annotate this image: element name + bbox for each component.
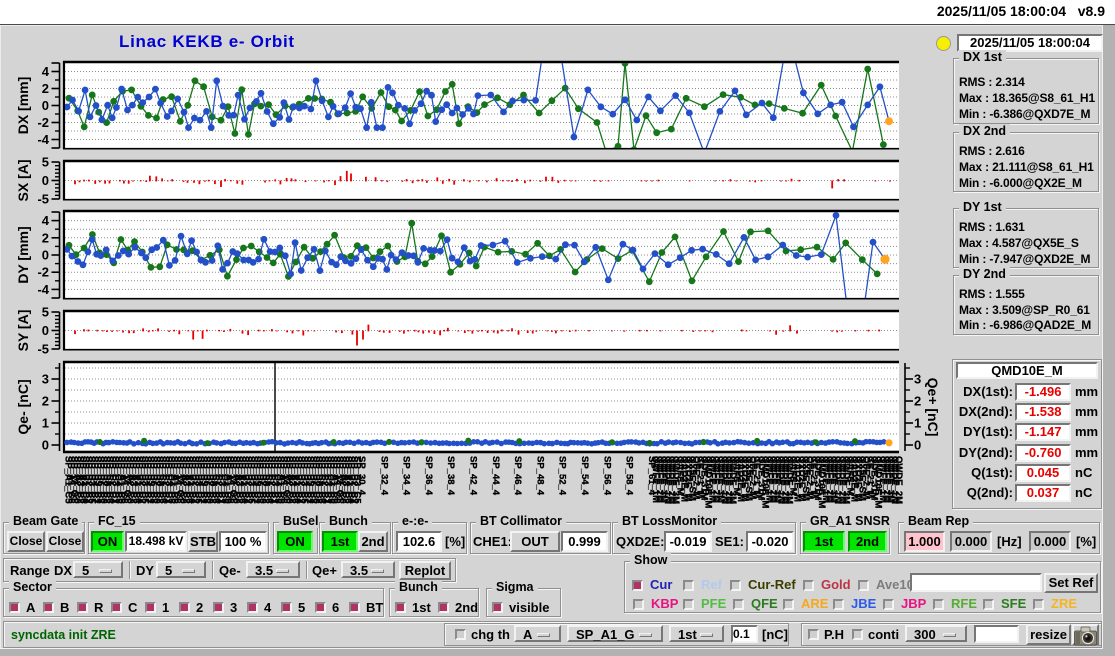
svg-text:4: 4 xyxy=(42,64,50,79)
svg-text:SP_38_4: SP_38_4 xyxy=(445,456,456,496)
svg-text:SP_42_4: SP_42_4 xyxy=(468,456,479,496)
svg-text:-5: -5 xyxy=(37,192,49,207)
svg-text:2: 2 xyxy=(42,230,49,245)
svg-text:5: 5 xyxy=(42,305,49,320)
svg-text:SP_36_4: SP_36_4 xyxy=(423,456,434,496)
svg-text:-5: -5 xyxy=(37,342,49,357)
svg-text:-4: -4 xyxy=(37,132,49,147)
svg-text:SX [A]: SX [A] xyxy=(15,160,31,202)
svg-text:2: 2 xyxy=(42,81,49,96)
svg-text:1: 1 xyxy=(42,416,49,431)
svg-text:QWDE_2M: QWDE_2M xyxy=(893,456,904,504)
svg-text:-2: -2 xyxy=(37,115,49,130)
svg-text:Qe+ [nC]: Qe+ [nC] xyxy=(925,378,941,437)
svg-text:SP_30_4: SP_30_4 xyxy=(356,456,367,496)
svg-text:SP_56_4: SP_56_4 xyxy=(601,456,612,496)
svg-text:SP_44_4: SP_44_4 xyxy=(490,456,501,496)
svg-text:SP_34_4: SP_34_4 xyxy=(401,456,412,496)
svg-text:0: 0 xyxy=(42,173,49,188)
svg-text:2: 2 xyxy=(42,394,49,409)
svg-text:0: 0 xyxy=(42,98,49,113)
svg-text:SP_52_4: SP_52_4 xyxy=(557,456,568,496)
svg-text:SP_32_4: SP_32_4 xyxy=(378,456,389,496)
svg-text:DY [mm]: DY [mm] xyxy=(15,226,31,283)
svg-text:3: 3 xyxy=(42,372,49,387)
svg-text:SY [A]: SY [A] xyxy=(15,310,31,352)
svg-text:0: 0 xyxy=(42,323,49,338)
svg-text:3: 3 xyxy=(914,372,921,387)
svg-text:-2: -2 xyxy=(37,265,49,280)
svg-text:SP_54_4: SP_54_4 xyxy=(579,456,590,496)
svg-text:0: 0 xyxy=(42,438,49,453)
svg-text:DX [mm]: DX [mm] xyxy=(15,77,31,135)
svg-text:4: 4 xyxy=(42,213,50,228)
svg-text:2: 2 xyxy=(914,394,921,409)
svg-text:5: 5 xyxy=(42,155,49,170)
svg-text:SP_46_4: SP_46_4 xyxy=(512,456,523,496)
svg-text:-4: -4 xyxy=(37,282,49,297)
svg-text:SP_58_4: SP_58_4 xyxy=(624,456,635,496)
svg-text:0: 0 xyxy=(914,438,921,453)
svg-text:Qe- [nC]: Qe- [nC] xyxy=(15,379,31,434)
svg-text:1: 1 xyxy=(914,416,921,431)
svg-text:SP_48_4: SP_48_4 xyxy=(534,456,545,496)
svg-text:0: 0 xyxy=(42,248,49,263)
